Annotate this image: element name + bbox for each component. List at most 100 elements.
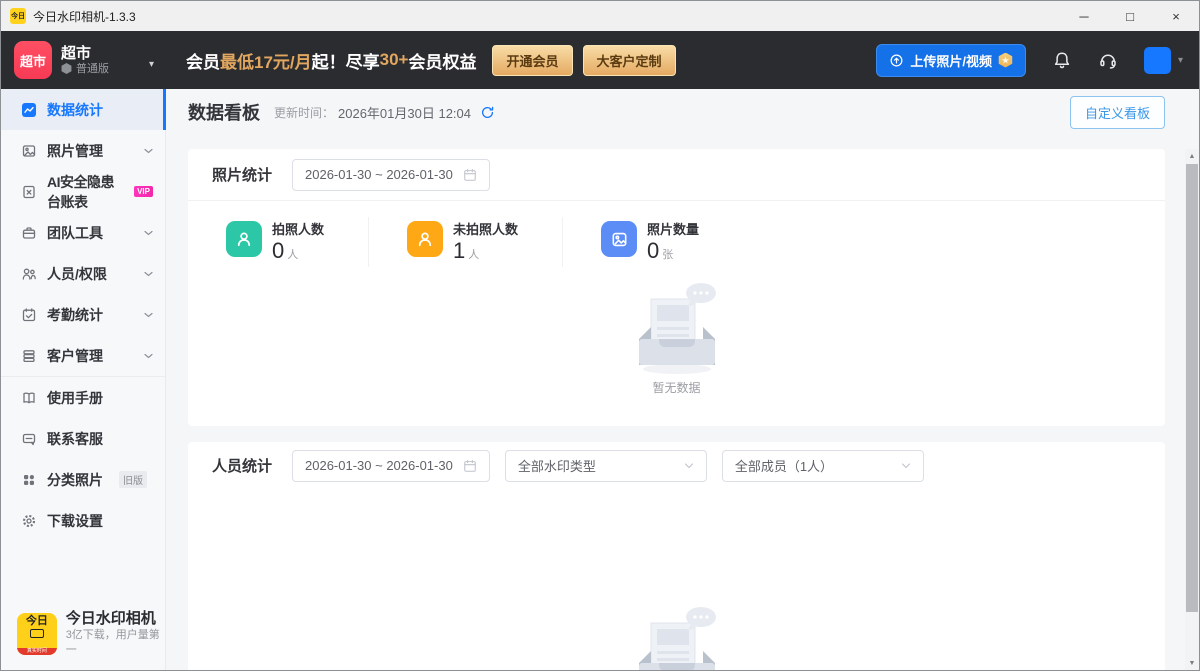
watermark-type-value: 全部水印类型 [518,456,596,475]
window-controls: ─ □ × [1061,1,1199,31]
ai-sheet-icon [21,184,37,200]
sidebar-item-people-permissions[interactable]: 人员/权限 [1,253,165,294]
empty-state [188,601,1165,670]
headset-icon [1098,50,1118,70]
minimize-button[interactable]: ─ [1061,1,1107,31]
topbar: 超市 超市 普通版 ▾ 会员最低17元/月起！尽享30+会员权益 开通会员 大客… [1,31,1199,89]
sidebar-item-label: 下载设置 [47,511,103,531]
titlebar: 今日 今日水印相机-1.3.3 ─ □ × [1,1,1199,31]
sidebar-item-client-management[interactable]: 客户管理 [1,335,165,376]
date-range-picker[interactable]: 2026-01-30 ~ 2026-01-30 [292,159,490,191]
app-logo-tag: 真实时间 [17,648,57,655]
update-time-label: 更新时间： [274,104,334,121]
calendar-check-icon [21,307,37,323]
scroll-down-arrow[interactable]: ▼ [1185,656,1199,670]
stat-value: 0 [272,239,284,263]
bell-icon [1052,50,1072,70]
sidebar-item-user-manual[interactable]: 使用手册 [1,377,165,418]
chevron-down-icon [144,148,153,154]
customer-support-button[interactable] [1098,50,1118,70]
sidebar-item-classified-photos[interactable]: 分类照片 旧版 [1,459,165,500]
date-range-picker[interactable]: 2026-01-30 ~ 2026-01-30 [292,450,490,482]
sidebar-item-data-statistics[interactable]: 数据统计 [1,89,165,130]
member-select[interactable]: 全部成员（1人） [722,450,924,482]
scrollbar[interactable]: ▲ ▼ [1185,149,1199,670]
watermark-type-select[interactable]: 全部水印类型 [505,450,707,482]
stat-label: 拍照人数 [272,222,324,238]
camera-icon [30,629,44,638]
photo-icon [21,143,37,159]
sidebar-item-label: 分类照片 [47,470,103,490]
chevron-down-icon: ▾ [149,59,154,70]
legacy-badge: 旧版 [119,471,147,488]
promo-text: 会员 [186,48,220,73]
upload-button-label: 上传照片/视频 [910,51,992,70]
stat-label: 照片数量 [647,222,699,238]
sidebar-item-download-settings[interactable]: 下载设置 [1,500,165,541]
sidebar-item-attendance-statistics[interactable]: 考勤统计 [1,294,165,335]
people-icon [21,266,37,282]
notifications-button[interactable] [1052,50,1072,70]
sidebar-footer: 今日 真实时间 今日水印相机 3亿下载，用户量第一 [17,609,165,658]
card-title: 人员统计 [212,455,272,476]
chevron-down-icon: ▾ [1178,55,1183,66]
refresh-icon[interactable] [480,105,495,120]
sidebar-item-label: 人员/权限 [47,264,107,284]
open-membership-button[interactable]: 开通会员 [492,45,572,76]
plan-label: 普通版 [76,62,109,76]
vip-hexagon-icon: ★ [998,53,1013,68]
empty-box-illustration [617,277,737,377]
account-menu[interactable]: ▾ [1144,47,1183,74]
stat-not-photographed: 未拍照人数 1人 [368,217,562,267]
sidebar-item-label: AI安全隐患台账表 [47,172,122,212]
enterprise-custom-button[interactable]: 大客户定制 [583,45,676,76]
calendar-icon [463,459,477,473]
stats-row: 拍照人数 0人 未拍照人数 1人 [188,201,1165,277]
app-tagline: 3亿下载，用户量第一 [66,628,165,658]
maximize-button[interactable]: □ [1107,1,1153,31]
support-icon [21,431,37,447]
customize-dashboard-button[interactable]: 自定义看板 [1070,96,1165,129]
sidebar-item-ai-safety-ledger[interactable]: AI安全隐患台账表 VIP [1,171,165,212]
sidebar-item-contact-support[interactable]: 联系客服 [1,418,165,459]
upload-photo-video-button[interactable]: 上传照片/视频 ★ [876,44,1026,77]
member-select-value: 全部成员（1人） [735,456,833,475]
chevron-down-icon [684,463,694,469]
empty-box-illustration [617,601,737,670]
sidebar-item-label: 考勤统计 [47,305,103,325]
close-button[interactable]: × [1153,1,1199,31]
scroll-up-arrow[interactable]: ▲ [1185,149,1199,163]
stat-unit: 张 [662,246,673,262]
update-time-value: 2026年01月30日 12:04 [338,103,471,122]
sidebar-item-team-tools[interactable]: 团队工具 [1,212,165,253]
vip-badge: VIP [134,186,153,197]
app-name: 今日水印相机 [66,609,165,628]
promo-text: 起！尽享 [312,48,380,73]
date-range-value: 2026-01-30 ~ 2026-01-30 [305,167,453,182]
chart-icon [21,102,37,118]
chevron-down-icon [144,312,153,318]
sidebar-item-label: 客户管理 [47,346,103,366]
stat-value: 1 [453,239,465,263]
workspace-switcher[interactable]: 超市 超市 普通版 ▾ [1,41,166,79]
card-title: 照片统计 [212,164,272,185]
book-icon [21,390,37,406]
workspace-name: 超市 [61,45,109,62]
sidebar-item-photo-management[interactable]: 照片管理 [1,130,165,171]
photo-statistics-card: 照片统计 2026-01-30 ~ 2026-01-30 拍照人数 0人 [188,149,1165,426]
avatar [1144,47,1171,74]
grid-icon [21,472,37,488]
page-title: 数据看板 [188,99,260,125]
sidebar-item-label: 联系客服 [47,429,103,449]
sidebar: 数据统计 照片管理 AI安全隐患台账表 VIP 团队工具 人员/权限 [1,89,166,670]
person-icon [407,221,443,257]
empty-state-text: 暂无数据 [652,379,700,396]
cloud-upload-icon [889,53,904,68]
clients-icon [21,348,37,364]
stat-label: 未拍照人数 [453,222,518,238]
chevron-down-icon [901,463,911,469]
person-icon [226,221,262,257]
scrollbar-thumb[interactable] [1186,164,1198,612]
main-content: 数据看板 更新时间： 2026年01月30日 12:04 自定义看板 照片统计 … [166,89,1199,670]
app-icon: 今日 [10,8,26,24]
